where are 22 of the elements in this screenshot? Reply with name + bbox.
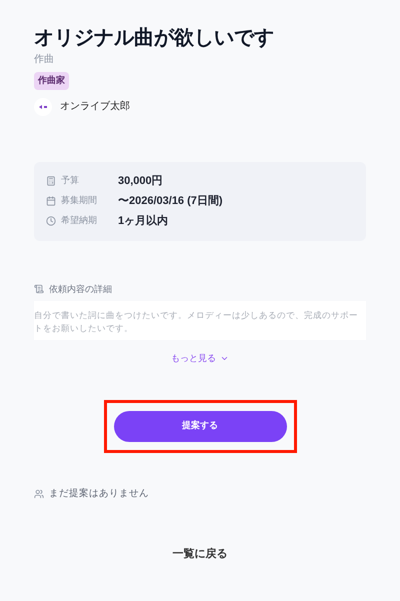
propose-button[interactable]: 提案する	[114, 410, 286, 442]
show-more-link[interactable]: もっと見る	[171, 352, 229, 366]
info-value: 1ヶ月以内	[118, 214, 168, 229]
back-link[interactable]: 一覧に戻る	[172, 546, 228, 562]
details-heading: 依頼内容の詳細	[49, 282, 112, 296]
info-label: 希望納期	[61, 214, 98, 228]
category-label: 作曲	[34, 52, 54, 67]
tag: 作曲家	[34, 72, 69, 90]
clock-icon	[46, 216, 56, 226]
page-title: オリジナル曲が欲しいです	[34, 26, 275, 51]
details-text: 自分で書いた詞に曲をつけたいです。メロディーは少しあるので、完成のサポートをお願いしたいです。	[34, 309, 359, 335]
empty-proposals-text: まだ提案はありません	[49, 486, 149, 500]
calendar-icon	[46, 196, 56, 206]
info-label: 予算	[61, 174, 80, 188]
users-icon	[34, 488, 44, 499]
user-name: オンライブ太郎	[60, 100, 130, 114]
info-label: 募集期間	[61, 194, 98, 208]
calculator-icon	[46, 176, 56, 186]
avatar-logo-icon	[39, 104, 47, 108]
scroll-icon	[34, 284, 44, 294]
info-value: 30,000円	[118, 174, 163, 189]
info-value: 〜2026/03/16 (7日間)	[118, 194, 223, 209]
